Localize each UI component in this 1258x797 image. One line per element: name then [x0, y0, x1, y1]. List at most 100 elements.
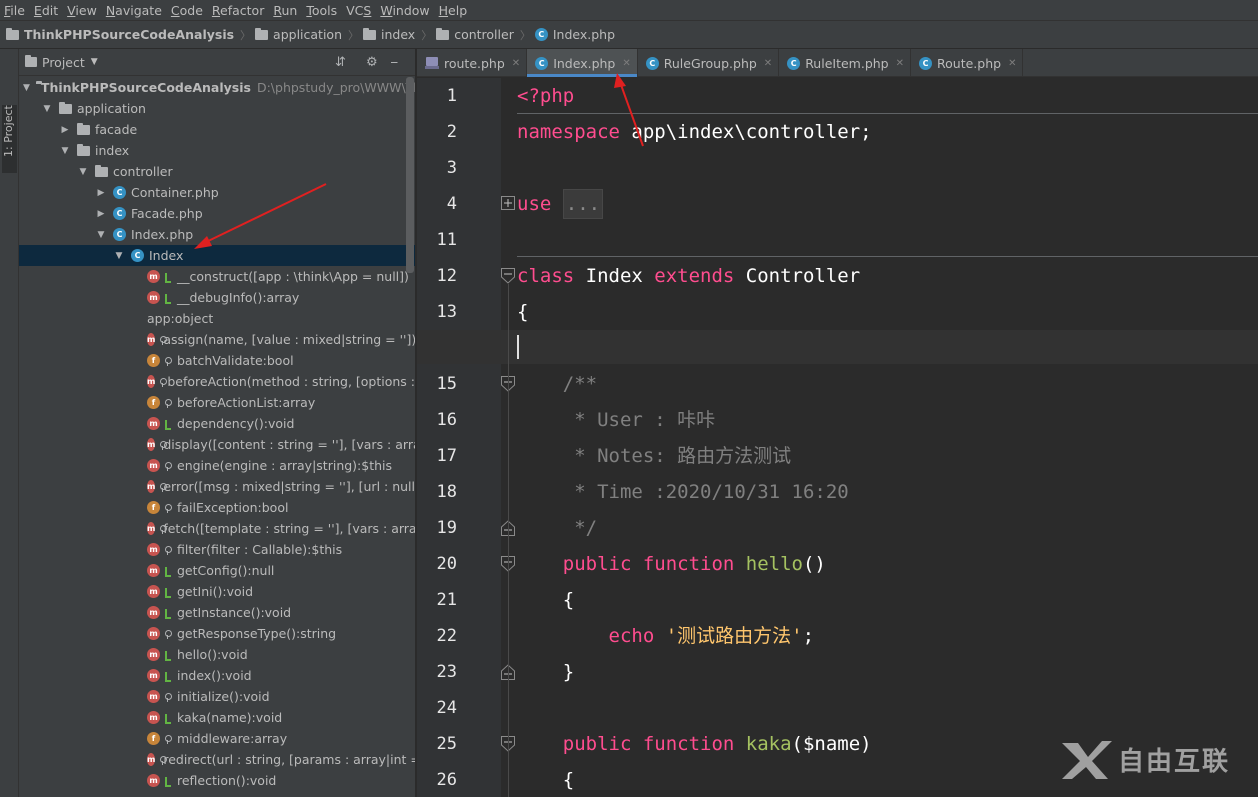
class-member[interactable]: m getConfig():null [19, 560, 415, 581]
hide-panel-icon[interactable]: ⎯ [391, 55, 398, 70]
breadcrumb-item[interactable]: C Index.php [534, 27, 616, 42]
protected-icon [163, 692, 172, 702]
class-member[interactable]: m fetch([template : string = ''], [vars :… [19, 518, 415, 539]
class-member[interactable]: app:object [19, 308, 415, 329]
method-separator [517, 256, 1258, 257]
class-member[interactable]: m engine(engine : array|string):$this [19, 455, 415, 476]
menu-run[interactable]: Run [269, 0, 302, 21]
menu-tools[interactable]: Tools [302, 0, 342, 21]
tree-node[interactable]: ▼ C Index [19, 245, 415, 266]
folded-code-placeholder[interactable]: ... [562, 189, 604, 219]
class-member[interactable]: f beforeActionList:array [19, 392, 415, 413]
chevron-right-icon[interactable]: ▶ [59, 125, 71, 135]
code-token: () [802, 553, 826, 575]
method-icon: m [147, 753, 156, 766]
chevron-down-icon[interactable]: ▼ [59, 146, 71, 156]
method-icon: m [147, 543, 160, 556]
member-label: fetch([template : string = ''], [vars : … [163, 521, 415, 536]
class-member[interactable]: m beforeAction(method : string, [options … [19, 371, 415, 392]
class-member[interactable]: m __construct([app : \think\App = null]) [19, 266, 415, 287]
line-number: 20 [436, 554, 457, 574]
chevron-down-icon[interactable]: ▼ [113, 251, 125, 261]
collapse-all-icon[interactable]: ⇵ [335, 55, 346, 70]
chevron-down-icon[interactable]: ▼ [77, 167, 89, 177]
breadcrumb-label: Index.php [552, 27, 616, 42]
breadcrumb-item[interactable]: index 〉 [363, 27, 432, 43]
code-token: public function [517, 733, 746, 755]
class-member[interactable]: m __debugInfo():array [19, 287, 415, 308]
tab-route-php[interactable]: C Route.php ✕ [911, 49, 1024, 77]
tree-node[interactable]: ▶ C Facade.php [19, 203, 415, 224]
class-member[interactable]: m assign(name, [value : mixed|string = ''… [19, 329, 415, 350]
chevron-down-icon[interactable]: ▼ [91, 57, 98, 67]
close-icon[interactable]: ✕ [896, 58, 904, 69]
chevron-right-icon[interactable]: ▶ [95, 209, 107, 219]
line-number: 26 [436, 770, 457, 790]
menu-help[interactable]: Help [435, 0, 473, 21]
folder-icon [77, 122, 90, 135]
tree-node[interactable]: ▼ index [19, 140, 415, 161]
class-member[interactable]: f batchValidate:bool [19, 350, 415, 371]
menu-navigate[interactable]: Navigate [102, 0, 167, 21]
tab-route-php[interactable]: route.php ✕ [417, 49, 528, 77]
tree-node[interactable]: ▼ application [19, 98, 415, 119]
tree-root[interactable]: ▼ ThinkPHPSourceCodeAnalysis D:\phpstudy_p… [19, 77, 415, 98]
menu-refactor[interactable]: Refactor [208, 0, 269, 21]
class-member[interactable]: m reflection():void [19, 770, 415, 791]
menu-vcs[interactable]: VCS [342, 0, 376, 21]
close-icon[interactable]: ✕ [622, 58, 630, 69]
chevron-right-icon[interactable]: ▶ [95, 188, 107, 198]
project-view-selector[interactable]: Project [42, 55, 85, 70]
class-member[interactable]: m getResponseType():string [19, 623, 415, 644]
gear-icon[interactable]: ⚙ [366, 55, 378, 70]
class-member[interactable]: m display([content : string = ''], [vars … [19, 434, 415, 455]
class-member[interactable]: m kaka(name):void [19, 707, 415, 728]
line-number: 12 [436, 266, 457, 286]
class-member[interactable]: m getIni():void [19, 581, 415, 602]
expand-fold-icon[interactable] [501, 196, 515, 212]
code-editor[interactable]: 123411121314151617181920212223242526 <?p… [417, 78, 1258, 797]
close-icon[interactable]: ✕ [1008, 58, 1016, 69]
method-icon: m [147, 375, 156, 388]
class-member[interactable]: m getInstance():void [19, 602, 415, 623]
tab-rulegroup-php[interactable]: C RuleGroup.php ✕ [638, 49, 780, 77]
chevron-down-icon[interactable]: ▼ [23, 83, 30, 93]
code-token: */ [517, 517, 598, 539]
breadcrumb-item[interactable]: application 〉 [255, 27, 359, 43]
close-icon[interactable]: ✕ [512, 58, 520, 69]
member-label: getResponseType():string [177, 626, 337, 641]
class-member[interactable]: m index():void [19, 665, 415, 686]
class-member[interactable]: m error([msg : mixed|string = ''], [url :… [19, 476, 415, 497]
tab-index-php[interactable]: C Index.php ✕ [527, 49, 638, 77]
member-label: hello():void [177, 647, 248, 662]
menu-file[interactable]: File [0, 0, 30, 21]
tree-node[interactable]: ▶ C Container.php [19, 182, 415, 203]
tree-scrollbar[interactable] [406, 77, 414, 273]
menu-code[interactable]: Code [167, 0, 208, 21]
class-member[interactable]: m initialize():void [19, 686, 415, 707]
method-icon: m [147, 417, 160, 430]
menu-view[interactable]: View [63, 0, 102, 21]
class-member[interactable]: m hello():void [19, 644, 415, 665]
class-member[interactable]: f middleware:array [19, 728, 415, 749]
chevron-down-icon[interactable]: ▼ [95, 230, 107, 240]
close-icon[interactable]: ✕ [764, 58, 772, 69]
collapse-fold-icon[interactable] [501, 268, 515, 284]
class-member[interactable]: m redirect(url : string, [params : array|… [19, 749, 415, 770]
class-member[interactable]: f failException:bool [19, 497, 415, 518]
tree-node[interactable]: ▶ facade [19, 119, 415, 140]
tree-node[interactable]: ▼ controller [19, 161, 415, 182]
menu-edit[interactable]: Edit [30, 0, 63, 21]
breadcrumb-item[interactable]: ThinkPHPSourceCodeAnalysis 〉 [6, 27, 251, 43]
breadcrumb-item[interactable]: controller 〉 [436, 27, 531, 43]
chevron-down-icon[interactable]: ▼ [41, 104, 53, 114]
class-member[interactable]: m dependency():void [19, 413, 415, 434]
tab-ruleitem-php[interactable]: C RuleItem.php ✕ [779, 49, 912, 77]
menu-window[interactable]: Window [376, 0, 434, 21]
class-member[interactable]: m filter(filter : Callable):$this [19, 539, 415, 560]
root-path: D:\phpstudy_pro\WWW\Thin [256, 80, 415, 95]
class-icon: C [131, 249, 144, 262]
tree-node[interactable]: ▼ C Index.php [19, 224, 415, 245]
project-tool-button[interactable]: 1: Project [2, 105, 17, 173]
member-label: beforeActionList:array [177, 395, 316, 410]
